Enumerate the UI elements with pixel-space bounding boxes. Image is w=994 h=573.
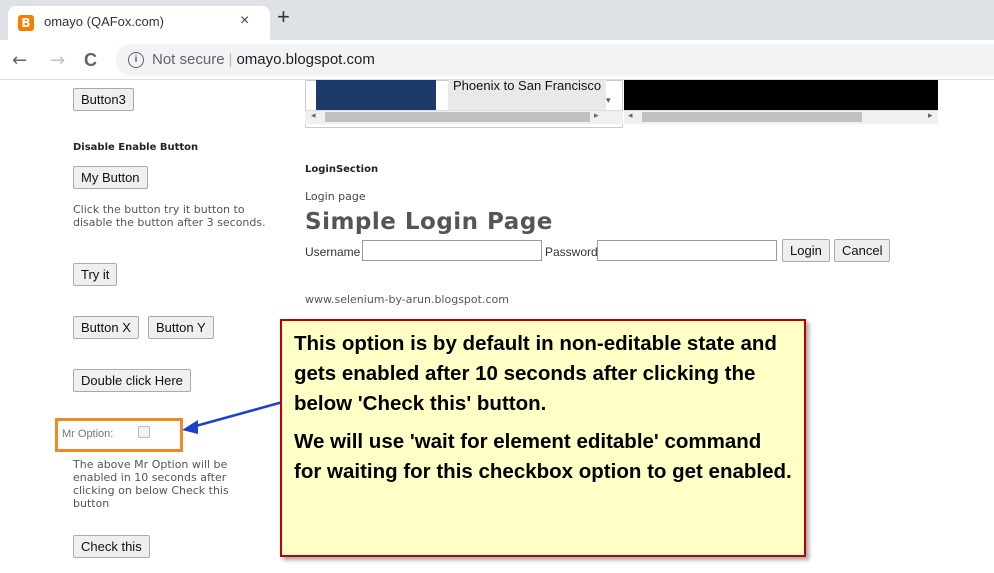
login-section-heading: LoginSection: [305, 164, 379, 175]
close-icon[interactable]: ×: [240, 12, 249, 30]
check-this-button[interactable]: Check this: [73, 535, 150, 558]
callout-paragraph-2: We will use 'wait for element editable' …: [294, 430, 792, 483]
new-tab-icon[interactable]: +: [277, 4, 290, 30]
select-scroll-down-icon[interactable]: ▾: [606, 96, 611, 106]
tab-title: omayo (QAFox.com): [44, 14, 164, 29]
black-frame: [624, 80, 938, 110]
reload-icon[interactable]: C: [84, 50, 97, 71]
mr-option-label: Mr Option:: [62, 428, 114, 440]
login-button[interactable]: Login: [782, 239, 830, 262]
callout-paragraph-1: This option is by default in non-editabl…: [294, 332, 777, 415]
footer-link[interactable]: www.selenium-by-arun.blogspot.com: [305, 293, 509, 306]
my-button[interactable]: My Button: [73, 166, 148, 189]
back-icon[interactable]: ←: [12, 50, 27, 71]
scroll-right-icon[interactable]: ▸: [594, 111, 599, 121]
select-highlight: [316, 80, 436, 110]
blogger-icon: B: [18, 15, 34, 31]
address-text: Not secure | omayo.blogspot.com: [152, 51, 375, 68]
button-x[interactable]: Button X: [73, 316, 139, 339]
cancel-button[interactable]: Cancel: [834, 239, 891, 262]
mr-option-checkbox[interactable]: [138, 426, 150, 438]
security-label: Not secure: [152, 51, 225, 68]
login-page-label: Login page: [305, 190, 366, 203]
username-input[interactable]: [362, 240, 542, 261]
frame-scroll-right-icon[interactable]: ▸: [928, 111, 933, 121]
forward-icon[interactable]: →: [50, 50, 65, 71]
callout-arrow: [182, 398, 291, 434]
password-label: Password: [545, 245, 598, 259]
select-option[interactable]: Phoenix to San Francisco: [448, 80, 606, 110]
address-separator: |: [228, 51, 233, 68]
button-y[interactable]: Button Y: [148, 316, 214, 339]
callout-note: This option is by default in non-editabl…: [280, 319, 806, 557]
password-input[interactable]: [597, 240, 777, 261]
mr-option-note: The above Mr Option will be enabled in 1…: [73, 458, 229, 510]
frame-hscroll-thumb[interactable]: [642, 112, 862, 122]
scroll-left-icon[interactable]: ◂: [311, 111, 316, 121]
select-hscroll-thumb[interactable]: [325, 112, 590, 122]
disable-enable-heading: Disable Enable Button: [73, 142, 199, 153]
click-instruction-text: Click the button try it button to disabl…: [73, 203, 266, 229]
browser-tab[interactable]: B omayo (QAFox.com) ×: [8, 6, 270, 40]
host-text: omayo.blogspot.com: [236, 51, 375, 68]
frame-scroll-left-icon[interactable]: ◂: [628, 111, 633, 121]
try-it-button[interactable]: Try it: [73, 263, 118, 286]
login-title: Simple Login Page: [305, 209, 553, 235]
info-icon[interactable]: i: [128, 52, 144, 68]
username-label: Username: [305, 245, 361, 259]
button3[interactable]: Button3: [73, 88, 134, 111]
